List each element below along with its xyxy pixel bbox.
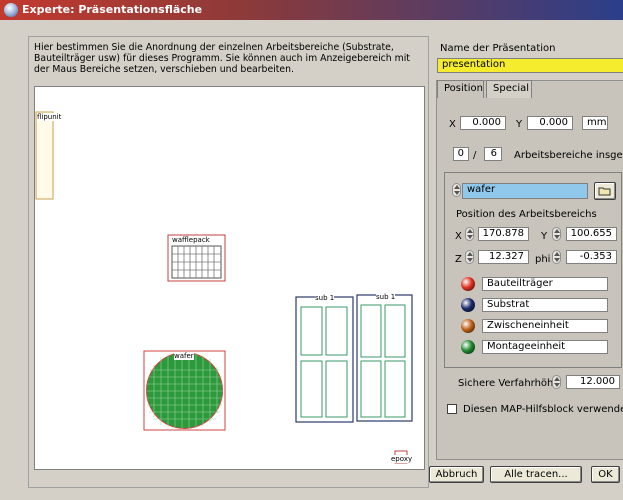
safe-height-input[interactable]: 12.000 [566, 375, 620, 389]
type-label-substrat: Substrat [482, 298, 608, 312]
flipunit-label: flipunit [37, 113, 62, 121]
area-x-spin[interactable] [465, 227, 474, 241]
area-phi-spin[interactable] [552, 250, 561, 264]
folder-button[interactable] [594, 182, 616, 200]
count-total: 6 [484, 147, 502, 161]
wafer-label: wafer [174, 352, 194, 360]
x-label: X [449, 119, 456, 130]
window-title: Experte: Präsentationsfläche [22, 3, 203, 16]
type-label-bauteiltraeger: Bauteilträger [482, 277, 608, 291]
area-phi-label: phi [535, 254, 551, 265]
area-phi-input[interactable]: -0.353 [566, 250, 617, 264]
safe-height-label: Sichere Verfahrhöhe [458, 378, 560, 389]
area-z-input[interactable]: 12.327 [478, 250, 529, 264]
count-label: Arbeitsbereiche insgesamt [514, 150, 623, 161]
wafer-area [143, 350, 226, 431]
area-y-spin[interactable] [552, 227, 561, 241]
area-x-input[interactable]: 170.878 [478, 227, 529, 241]
type-label-zwischeneinheit: Zwischeneinheit [482, 319, 608, 333]
title-bar: Experte: Präsentationsfläche [0, 0, 623, 20]
presentation-canvas[interactable]: flipunit wafflepack wafer sub 1 sub 1 ep… [34, 86, 425, 470]
window: Experte: Präsentationsfläche Hier bestim… [0, 0, 623, 500]
abort-button[interactable]: Abbruch [429, 466, 484, 483]
canvas-drawing [35, 111, 413, 464]
map-checkbox[interactable] [447, 404, 457, 414]
count-separator: / [473, 150, 477, 161]
y-input[interactable]: 0.000 [527, 116, 573, 130]
area-spin[interactable] [452, 183, 461, 197]
ok-button[interactable]: OK [591, 466, 620, 483]
sub1a-area [295, 296, 354, 423]
y-label: Y [516, 119, 523, 130]
map-checkbox-label: Diesen MAP-Hilfsblock verwenden [463, 404, 623, 415]
sub1b-area [356, 294, 413, 422]
epoxy-label: epoxy [391, 455, 413, 463]
tab-position[interactable]: Position [437, 80, 484, 98]
montageeinheit-radio[interactable] [461, 340, 475, 354]
area-y-label: Y [541, 231, 548, 242]
area-group [444, 172, 622, 368]
area-z-spin[interactable] [465, 250, 474, 264]
area-select[interactable]: wafer [462, 183, 588, 199]
description-text: Hier bestimmen Sie die Anordnung der ein… [34, 42, 410, 75]
count-current: 0 [453, 147, 469, 161]
trace-all-button[interactable]: Alle tracen... [490, 466, 582, 483]
area-position-label: Position des Arbeitsbereichs [456, 209, 597, 220]
area-x-label: X [455, 231, 462, 242]
wafflepack-label: wafflepack [172, 236, 210, 244]
flipunit-area [35, 111, 54, 200]
presentation-name-label: Name der Präsentation [440, 43, 556, 54]
sub1b-label: sub 1 [376, 293, 396, 301]
zwischeneinheit-radio[interactable] [461, 319, 475, 333]
substrat-radio[interactable] [461, 298, 475, 312]
x-input[interactable]: 0.000 [460, 116, 506, 130]
presentation-name-input[interactable]: presentation [437, 58, 623, 73]
type-label-montageeinheit: Montageeinheit [482, 340, 608, 354]
folder-icon [598, 187, 611, 196]
tab-special[interactable]: Special [486, 80, 532, 98]
area-z-label: Z [455, 254, 462, 265]
bauteiltraeger-radio[interactable] [461, 277, 475, 291]
safe-height-spin[interactable] [552, 375, 561, 389]
sub1a-label: sub 1 [315, 294, 335, 302]
area-y-input[interactable]: 100.655 [566, 227, 617, 241]
app-icon [4, 3, 18, 17]
unit-display: mm [582, 116, 608, 130]
